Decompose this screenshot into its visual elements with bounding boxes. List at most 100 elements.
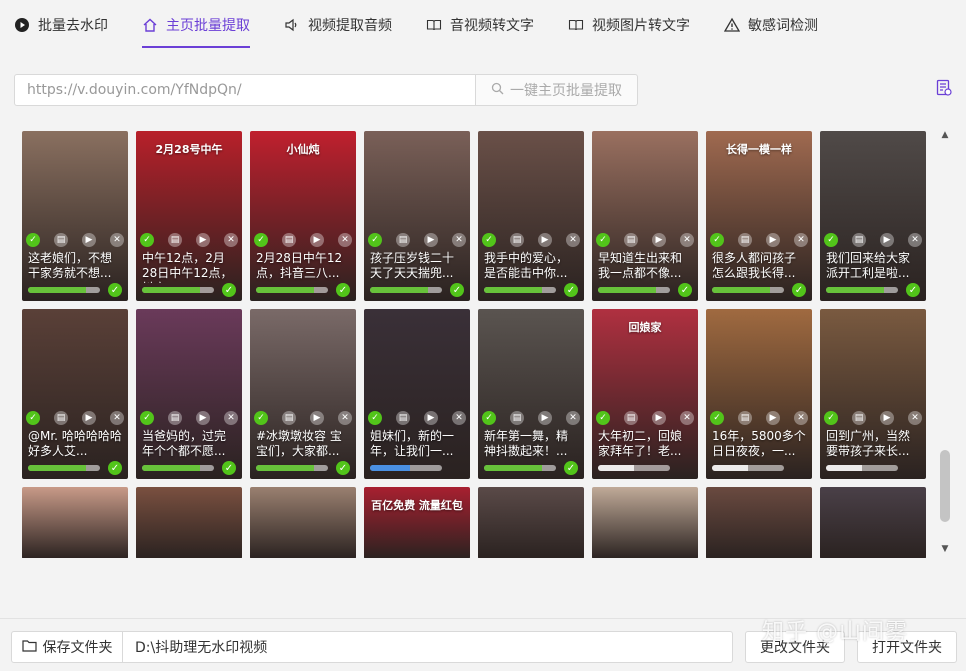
video-card[interactable]: ✓ ▤ ▶ ✕ 姐妹们，新的一年，让我们一...: [364, 309, 470, 479]
selected-check-icon[interactable]: ✓: [254, 233, 268, 247]
open-folder-button[interactable]: 打开文件夹: [857, 631, 957, 663]
file-icon[interactable]: ▤: [282, 411, 296, 425]
file-icon[interactable]: ▤: [852, 233, 866, 247]
save-folder-button[interactable]: 保存文件夹: [11, 631, 123, 663]
remove-icon[interactable]: ✕: [680, 233, 694, 247]
tab-batch-remove-watermark[interactable]: 批量去水印: [14, 10, 108, 40]
selected-check-icon[interactable]: ✓: [710, 233, 724, 247]
selected-check-icon[interactable]: ✓: [254, 411, 268, 425]
tab-homepage-batch-extract[interactable]: 主页批量提取: [142, 10, 250, 48]
play-icon[interactable]: ▶: [766, 233, 780, 247]
remove-icon[interactable]: ✕: [224, 411, 238, 425]
file-icon[interactable]: ▤: [54, 233, 68, 247]
video-card[interactable]: 长得一模一样 ✓ ▤ ▶ ✕ 很多人都问孩子怎么跟我长得... ✓: [706, 131, 812, 301]
selected-check-icon[interactable]: ✓: [596, 233, 610, 247]
save-path-field[interactable]: D:\抖助理无水印视频: [123, 631, 733, 663]
file-icon[interactable]: ▤: [624, 233, 638, 247]
play-icon[interactable]: ▶: [652, 233, 666, 247]
selected-check-icon[interactable]: ✓: [482, 411, 496, 425]
file-icon[interactable]: ▤: [510, 411, 524, 425]
video-card[interactable]: 2月28号中午✓▤▶✕中午12点，2月28日中午12点，抖音...✓: [136, 131, 242, 301]
video-card[interactable]: [22, 487, 128, 558]
selected-check-icon[interactable]: ✓: [368, 411, 382, 425]
play-icon[interactable]: ▶: [766, 411, 780, 425]
file-icon[interactable]: ▤: [738, 233, 752, 247]
video-card[interactable]: ✓ ▤ ▶ ✕ 孩子压岁钱二十天了天天揣兜... ✓: [364, 131, 470, 301]
video-card[interactable]: [706, 487, 812, 558]
video-card[interactable]: ✓ ▤ ▶ ✕ 早知道生出来和我一点都不像... ✓: [592, 131, 698, 301]
play-icon[interactable]: ▶: [538, 411, 552, 425]
selected-check-icon[interactable]: ✓: [140, 233, 154, 247]
play-icon[interactable]: ▶: [196, 233, 210, 247]
video-card[interactable]: 回娘家 ✓ ▤ ▶ ✕ 大年初二，回娘家拜年了！老...: [592, 309, 698, 479]
remove-icon[interactable]: ✕: [110, 411, 124, 425]
play-icon[interactable]: ▶: [538, 233, 552, 247]
selected-check-icon[interactable]: ✓: [368, 233, 382, 247]
video-card[interactable]: ✓ ▤ ▶ ✕ 新年第一舞，精神抖擞起来！... ✓: [478, 309, 584, 479]
play-icon[interactable]: ▶: [424, 411, 438, 425]
file-icon[interactable]: ▤: [624, 411, 638, 425]
play-icon[interactable]: ▶: [82, 411, 96, 425]
remove-icon[interactable]: ✕: [338, 233, 352, 247]
file-icon[interactable]: ▤: [396, 411, 410, 425]
video-card[interactable]: 百亿免费 流量红包: [364, 487, 470, 558]
selected-check-icon[interactable]: ✓: [824, 411, 838, 425]
video-card[interactable]: ✓ ▤ ▶ ✕ 我们回来给大家派开工利是啦... ✓: [820, 131, 926, 301]
file-icon[interactable]: ▤: [852, 411, 866, 425]
play-icon[interactable]: ▶: [424, 233, 438, 247]
video-card[interactable]: [136, 487, 242, 558]
play-icon[interactable]: ▶: [880, 233, 894, 247]
file-icon[interactable]: ▤: [396, 233, 410, 247]
play-icon[interactable]: ▶: [880, 411, 894, 425]
selected-check-icon[interactable]: ✓: [710, 411, 724, 425]
remove-icon[interactable]: ✕: [110, 233, 124, 247]
play-icon[interactable]: ▶: [310, 411, 324, 425]
remove-icon[interactable]: ✕: [452, 233, 466, 247]
selected-check-icon[interactable]: ✓: [26, 411, 40, 425]
video-card[interactable]: ✓ ▤ ▶ ✕ 16年，5800多个日日夜夜，一...: [706, 309, 812, 479]
video-card[interactable]: ✓ ▤ ▶ ✕ 这老娘们，不想干家务就不想... ✓: [22, 131, 128, 301]
play-icon[interactable]: ▶: [652, 411, 666, 425]
remove-icon[interactable]: ✕: [794, 411, 808, 425]
file-icon[interactable]: ▤: [168, 411, 182, 425]
selected-check-icon[interactable]: ✓: [26, 233, 40, 247]
remove-icon[interactable]: ✕: [566, 411, 580, 425]
selected-check-icon[interactable]: ✓: [596, 411, 610, 425]
scroll-down-arrow-icon[interactable]: ▼: [940, 544, 950, 554]
file-icon[interactable]: ▤: [54, 411, 68, 425]
remove-icon[interactable]: ✕: [908, 411, 922, 425]
file-icon[interactable]: ▤: [282, 233, 296, 247]
tab-video-image-to-text[interactable]: 视频图片转文字: [568, 10, 690, 40]
play-icon[interactable]: ▶: [196, 411, 210, 425]
tab-av-to-text[interactable]: 音视频转文字: [426, 10, 534, 40]
scrollbar-thumb[interactable]: [940, 450, 950, 522]
video-card[interactable]: [478, 487, 584, 558]
play-icon[interactable]: ▶: [82, 233, 96, 247]
remove-icon[interactable]: ✕: [224, 233, 238, 247]
video-card[interactable]: [592, 487, 698, 558]
document-list-icon[interactable]: [934, 78, 954, 98]
file-icon[interactable]: ▤: [510, 233, 524, 247]
tab-video-extract-audio[interactable]: 视频提取音频: [284, 10, 392, 40]
play-icon[interactable]: ▶: [310, 233, 324, 247]
remove-icon[interactable]: ✕: [680, 411, 694, 425]
video-card[interactable]: ✓ ▤ ▶ ✕ 当爸妈的，过完年个个都不愿... ✓: [136, 309, 242, 479]
selected-check-icon[interactable]: ✓: [482, 233, 496, 247]
selected-check-icon[interactable]: ✓: [824, 233, 838, 247]
selected-check-icon[interactable]: ✓: [140, 411, 154, 425]
tab-sensitive-word-check[interactable]: 敏感词检测: [724, 10, 818, 40]
scroll-up-arrow-icon[interactable]: ▲: [940, 130, 950, 140]
vertical-scrollbar[interactable]: ▲ ▼: [938, 126, 952, 558]
change-folder-button[interactable]: 更改文件夹: [745, 631, 845, 663]
video-card[interactable]: ✓ ▤ ▶ ✕ #冰墩墩妆容 宝宝们，大家都... ✓: [250, 309, 356, 479]
remove-icon[interactable]: ✕: [452, 411, 466, 425]
video-card[interactable]: 小仙炖 ✓ ▤ ▶ ✕ 2月28日中午12点，抖音三八... ✓: [250, 131, 356, 301]
video-card[interactable]: ✓ ▤ ▶ ✕ @Mr. 哈哈哈哈哈好多人艾... ✓: [22, 309, 128, 479]
remove-icon[interactable]: ✕: [794, 233, 808, 247]
file-icon[interactable]: ▤: [738, 411, 752, 425]
url-input[interactable]: https://v.douyin.com/YfNdpQn/: [14, 74, 476, 106]
video-card[interactable]: [250, 487, 356, 558]
file-icon[interactable]: ▤: [168, 233, 182, 247]
video-card[interactable]: [820, 487, 926, 558]
remove-icon[interactable]: ✕: [908, 233, 922, 247]
